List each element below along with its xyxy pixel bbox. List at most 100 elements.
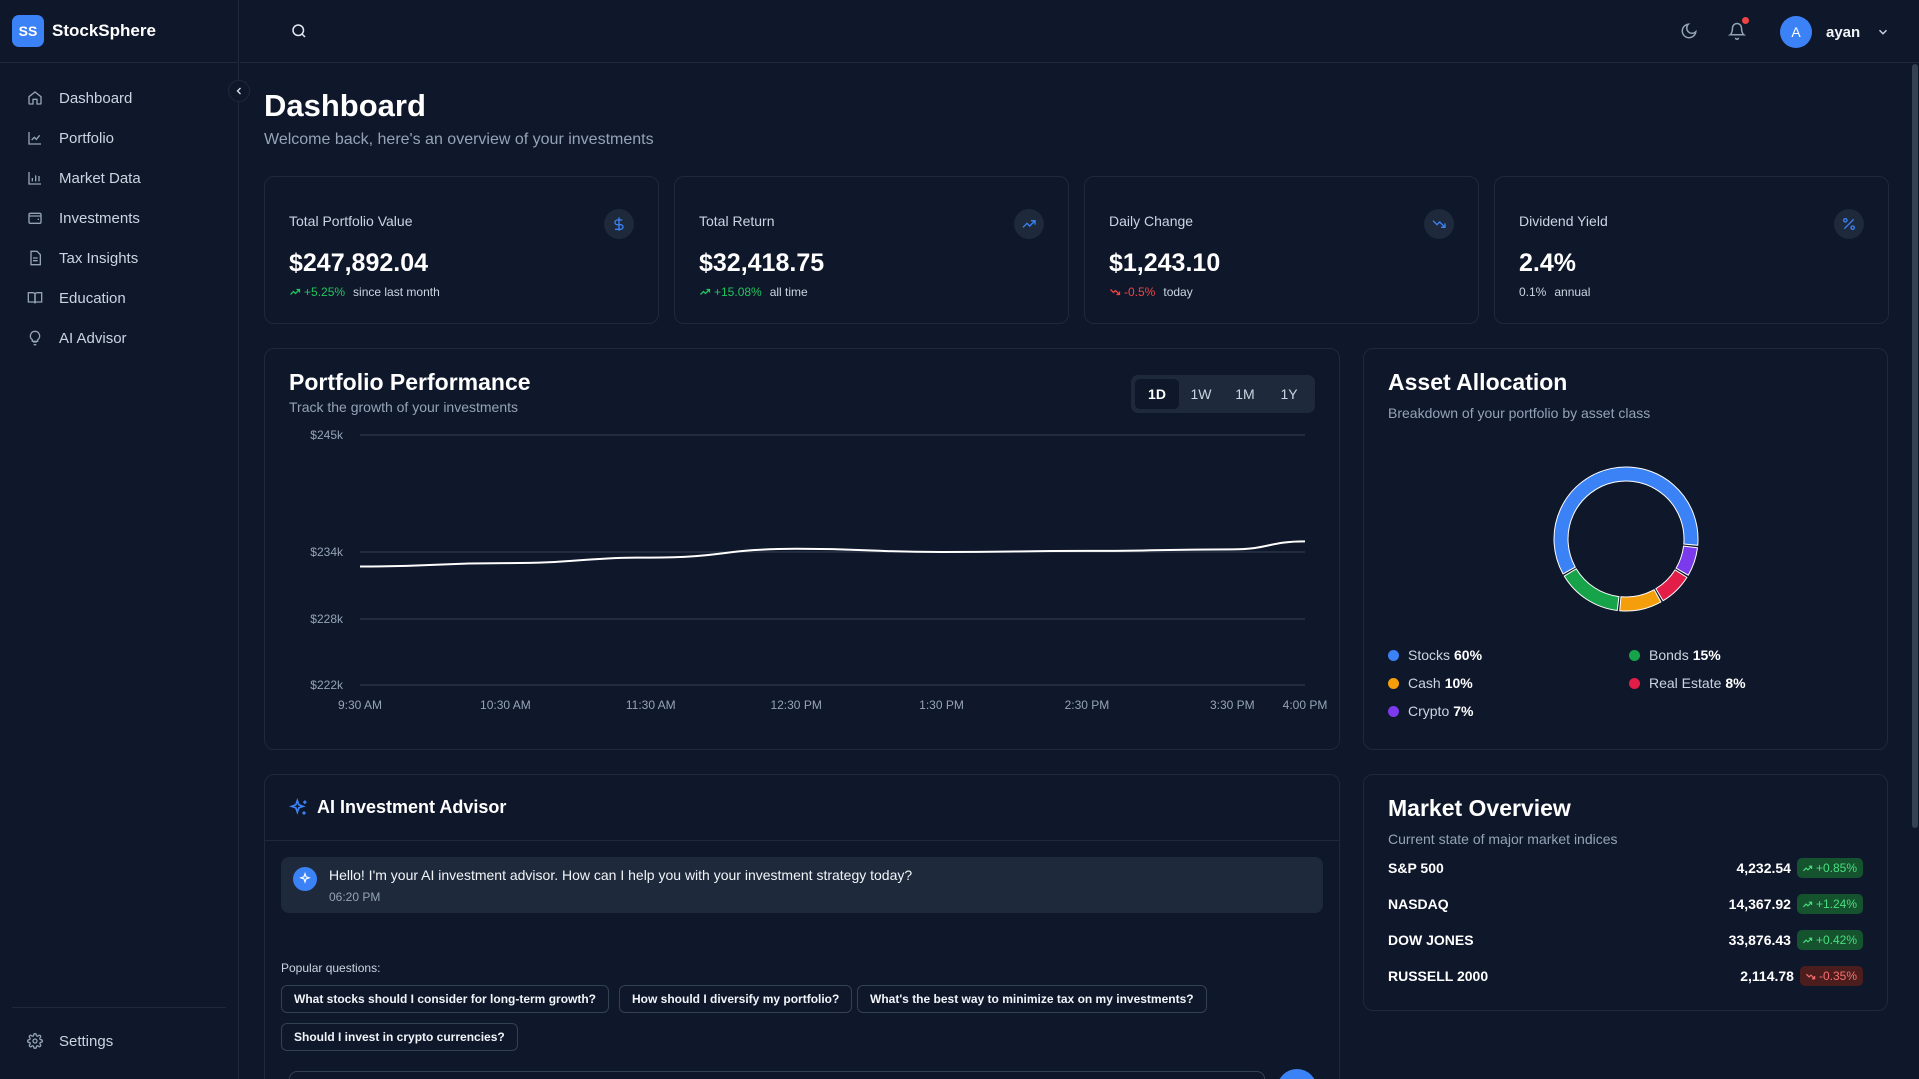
legend-percent: 60% [1454,647,1483,663]
range-tab-1d[interactable]: 1D [1135,379,1179,409]
stat-card-dividend-yield: Dividend Yield 2.4% 0.1% annual [1494,176,1889,324]
x-tick-label: 10:30 AM [480,698,531,712]
sidebar-item-label: Education [59,289,126,307]
portfolio-performance-card: $245k $234k $228k $222k 9:30 AM 10:30 AM 11:30… [264,348,1340,750]
user-menu[interactable]: A ayan [1780,16,1890,48]
donut-slice-bonds [1563,568,1620,612]
range-tab-1m[interactable]: 1M [1223,379,1267,409]
stat-title: Total Return [699,213,775,229]
page-scrollbar-thumb[interactable] [1912,64,1918,828]
market-title: Market Overview [1388,795,1571,821]
market-row-russell-2000[interactable]: RUSSELL 2000 2,114.78 -0.35% [1388,965,1863,987]
sidebar-item-settings[interactable]: Settings [12,1021,226,1061]
stat-change: +15.08% [714,285,762,299]
sidebar-item-label: Market Data [59,169,141,187]
x-tick-label: 3:30 PM [1210,698,1255,712]
market-overview-card: Market Overview Current state of major m… [1363,774,1888,1011]
notifications-button[interactable] [1728,17,1749,40]
search-button[interactable] [290,22,308,40]
sidebar-item-portfolio[interactable]: Portfolio [12,118,226,158]
collapse-sidebar-button[interactable] [228,80,250,102]
index-value: 33,876.43 [1728,932,1791,948]
stat-card-portfolio-value: Total Portfolio Value $247,892.04 +5.25%… [264,176,659,324]
sidebar-item-investments[interactable]: Investments [12,198,226,238]
sidebar-item-label: Investments [59,209,140,227]
sparkles-icon [299,872,311,884]
percent-icon [1834,209,1864,239]
index-change: -0.35% [1818,969,1857,983]
legend-item-real-estate: Real Estate 8% [1629,675,1746,691]
market-row-dow-jones[interactable]: DOW JONES 33,876.43 +0.42% [1388,929,1863,951]
trending-down-icon [1424,209,1454,239]
trending-up-icon [1802,937,1813,943]
trending-up-icon [1802,901,1813,907]
index-change-badge: +0.42% [1796,930,1863,950]
ai-send-button[interactable] [1277,1069,1317,1079]
sidebar-footer: Settings [12,1007,226,1061]
index-name: RUSSELL 2000 [1388,968,1489,984]
sidebar-item-tax-insights[interactable]: Tax Insights [12,238,226,278]
suggested-question-chip[interactable]: How should I diversify my portfolio? [619,985,853,1013]
stat-change: +5.25% [304,285,346,299]
index-change-badge: +1.24% [1796,894,1863,914]
index-value: 14,367.92 [1728,896,1791,912]
stat-footer: -0.5% today [1109,285,1193,299]
legend-percent: 7% [1453,703,1474,719]
sidebar: SS StockSphere Dashboard Portfolio Marke… [0,0,239,1079]
stat-change: 0.1% [1519,285,1547,299]
legend-item-bonds: Bonds 15% [1629,647,1721,663]
sidebar-item-education[interactable]: Education [12,278,226,318]
market-subtitle: Current state of major market indices [1388,831,1618,847]
ai-chat-input[interactable] [289,1071,1265,1079]
ai-advisor-title: AI Investment Advisor [317,797,507,817]
sidebar-item-label: Settings [59,1032,114,1050]
theme-toggle-button[interactable] [1680,22,1698,40]
ai-advisor-header: AI Investment Advisor [265,775,1339,841]
sidebar-item-label: Tax Insights [59,249,139,267]
sidebar-item-market-data[interactable]: Market Data [12,158,226,198]
line-chart-icon [26,129,44,147]
y-tick-label: $228k [310,612,344,626]
portfolio-value-line [359,540,1306,568]
stat-period: all time [769,285,808,299]
stat-title: Daily Change [1109,213,1194,229]
legend-swatch [1388,677,1399,689]
stat-period: today [1163,285,1193,299]
stat-title: Total Portfolio Value [289,213,413,229]
range-tab-1w[interactable]: 1W [1179,379,1223,409]
asset-allocation-card: Asset Allocation Breakdown of your portf… [1363,348,1888,750]
dollar-icon [604,209,634,239]
market-row-sp500[interactable]: S&P 500 4,232.54 +0.85% [1388,857,1863,879]
donut-slice-crypto [1675,545,1699,576]
sidebar-item-ai-advisor[interactable]: AI Advisor [12,318,226,358]
performance-title: Portfolio Performance [289,369,531,395]
legend-label: Real Estate [1649,675,1722,691]
ai-message-bubble: Hello! I'm your AI investment advisor. H… [281,857,1323,913]
legend-label: Crypto [1408,703,1450,719]
sidebar-nav: Dashboard Portfolio Market Data Investme… [12,78,226,358]
page-title: Dashboard [264,88,426,123]
stat-footer: +5.25% since last month [289,285,440,299]
suggested-question-chip[interactable]: What's the best way to minimize tax on m… [857,985,1207,1013]
book-icon [26,289,44,307]
sidebar-item-label: Portfolio [59,129,115,147]
index-value: 4,232.54 [1736,860,1791,876]
market-row-nasdaq[interactable]: NASDAQ 14,367.92 +1.24% [1388,893,1863,915]
trending-down-icon [1805,973,1816,979]
moon-icon [1681,23,1697,39]
range-tabs: 1D 1W 1M 1Y [1131,375,1315,413]
donut-slice-stocks [1553,466,1699,575]
suggested-question-chip[interactable]: What stocks should I consider for long-t… [281,985,610,1013]
page-subtitle: Welcome back, here's an overview of your… [264,131,654,148]
brand[interactable]: SS StockSphere [0,0,238,63]
suggested-question-chip[interactable]: Should I invest in crypto currencies? [281,1023,518,1051]
donut-slice-cash [1619,589,1662,612]
sidebar-item-dashboard[interactable]: Dashboard [12,78,226,118]
wallet-icon [26,209,44,227]
index-name: DOW JONES [1388,932,1474,948]
brand-name: StockSphere [52,21,156,40]
range-tab-1y[interactable]: 1Y [1267,379,1311,409]
legend-swatch [1629,677,1640,689]
index-value: 2,114.78 [1740,968,1794,984]
stat-value: $1,243.10 [1109,249,1221,277]
